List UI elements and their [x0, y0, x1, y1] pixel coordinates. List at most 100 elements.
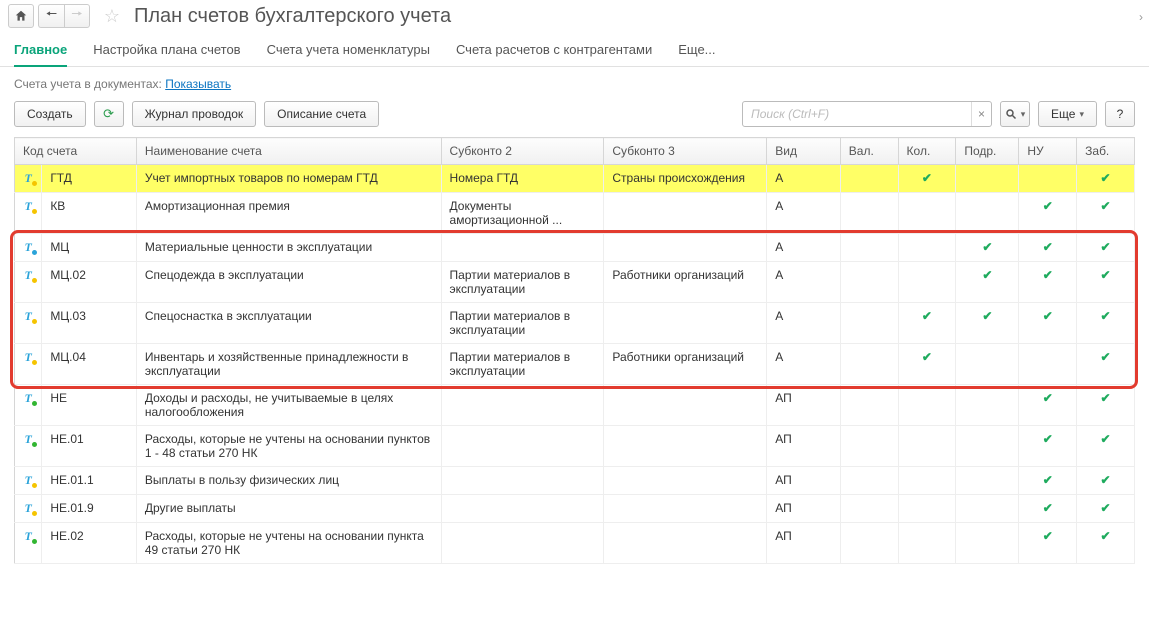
cell-vid: А [767, 344, 841, 385]
clear-search-button[interactable]: × [971, 102, 991, 126]
cell-code: НЕ.02 [42, 523, 137, 564]
cell-val [840, 385, 898, 426]
more-dropdown-button[interactable]: Еще [1038, 101, 1097, 127]
cell-vid: А [767, 303, 841, 344]
col-sub3[interactable]: Субконто 3 [604, 138, 767, 165]
tab-счета-учета-номенклатуры[interactable]: Счета учета номенклатуры [267, 42, 430, 67]
cell-kol [898, 523, 956, 564]
cell-code: МЦ.02 [42, 262, 137, 303]
cell-nu: ✔ [1019, 234, 1077, 262]
tab-счета-расчетов-с-контрагентами[interactable]: Счета расчетов с контрагентами [456, 42, 652, 67]
cell-kol [898, 262, 956, 303]
col-vid[interactable]: Вид [767, 138, 841, 165]
col-kol[interactable]: Кол. [898, 138, 956, 165]
tab-настройка-плана-счетов[interactable]: Настройка плана счетов [93, 42, 240, 67]
check-icon: ✔ [1043, 199, 1053, 213]
cell-val [840, 193, 898, 234]
cell-code: НЕ.01.9 [42, 495, 137, 523]
check-icon: ✔ [1043, 473, 1053, 487]
table-row[interactable]: ТМЦ.02Спецодежда в эксплуатацииПартии ма… [15, 262, 1135, 303]
check-icon: ✔ [1101, 391, 1111, 405]
table-row[interactable]: ТНЕ.02Расходы, которые не учтены на осно… [15, 523, 1135, 564]
cell-vid: А [767, 262, 841, 303]
account-type-icon: Т [24, 240, 31, 254]
cell-val [840, 303, 898, 344]
expand-caret-icon[interactable]: › [1139, 10, 1143, 24]
cell-zab: ✔ [1077, 467, 1135, 495]
cell-sub2 [441, 385, 604, 426]
tab-главное[interactable]: Главное [14, 42, 67, 67]
favorite-star-icon[interactable]: ☆ [100, 4, 124, 28]
cell-sub3 [604, 303, 767, 344]
cell-val [840, 523, 898, 564]
col-nu[interactable]: НУ [1019, 138, 1077, 165]
cell-sub3 [604, 193, 767, 234]
col-sub2[interactable]: Субконто 2 [441, 138, 604, 165]
table-row[interactable]: ТМЦМатериальные ценности в эксплуатацииА… [15, 234, 1135, 262]
cell-val [840, 495, 898, 523]
forward-button[interactable]: 🠖 [64, 4, 90, 28]
col-name[interactable]: Наименование счета [136, 138, 441, 165]
show-accounts-link[interactable]: Показывать [165, 77, 231, 91]
back-button[interactable]: 🠔 [38, 4, 64, 28]
describe-button[interactable]: Описание счета [264, 101, 379, 127]
table-row[interactable]: ТНЕ.01.9Другие выплатыАП✔✔ [15, 495, 1135, 523]
cell-nu: ✔ [1019, 495, 1077, 523]
check-icon: ✔ [1101, 199, 1111, 213]
account-type-icon: Т [24, 432, 31, 446]
cell-zab: ✔ [1077, 262, 1135, 303]
table-row[interactable]: ТНЕ.01.1Выплаты в пользу физических лицА… [15, 467, 1135, 495]
table-row[interactable]: ТКВАмортизационная премияДокументы аморт… [15, 193, 1135, 234]
refresh-button[interactable]: ⟳ [94, 101, 124, 127]
create-button[interactable]: Создать [14, 101, 86, 127]
cell-sub3 [604, 523, 767, 564]
search-input[interactable] [743, 107, 971, 121]
check-icon: ✔ [1043, 529, 1053, 543]
check-icon: ✔ [1101, 350, 1111, 364]
cell-code: НЕ.01 [42, 426, 137, 467]
home-button[interactable] [8, 4, 34, 28]
cell-podr: ✔ [956, 262, 1019, 303]
help-button[interactable]: ? [1105, 101, 1135, 127]
cell-kol [898, 234, 956, 262]
cell-sub3: Страны происхождения [604, 165, 767, 193]
cell-nu: ✔ [1019, 426, 1077, 467]
check-icon: ✔ [1043, 268, 1053, 282]
cell-sub2 [441, 234, 604, 262]
page-title: План счетов бухгалтерского учета [134, 5, 451, 28]
table-row[interactable]: ТГТДУчет импортных товаров по номерам ГТ… [15, 165, 1135, 193]
cell-sub3 [604, 426, 767, 467]
col-val[interactable]: Вал. [840, 138, 898, 165]
cell-code: КВ [42, 193, 137, 234]
cell-zab: ✔ [1077, 523, 1135, 564]
find-dropdown-button[interactable] [1000, 101, 1030, 127]
table-row[interactable]: ТНЕ.01Расходы, которые не учтены на осно… [15, 426, 1135, 467]
check-icon: ✔ [1043, 309, 1053, 323]
cell-nu: ✔ [1019, 193, 1077, 234]
cell-podr [956, 495, 1019, 523]
check-icon: ✔ [922, 350, 932, 364]
table-row[interactable]: ТНЕДоходы и расходы, не учитываемые в це… [15, 385, 1135, 426]
col-podr[interactable]: Подр. [956, 138, 1019, 165]
cell-sub3 [604, 234, 767, 262]
cell-name: Спецодежда в эксплуатации [136, 262, 441, 303]
cell-nu: ✔ [1019, 385, 1077, 426]
cell-sub2: Партии материалов в эксплуатации [441, 344, 604, 385]
cell-vid: А [767, 234, 841, 262]
cell-sub2: Партии материалов в эксплуатации [441, 262, 604, 303]
cell-podr [956, 193, 1019, 234]
tab-еще-[interactable]: Еще... [678, 42, 715, 67]
cell-podr [956, 426, 1019, 467]
col-zab[interactable]: Заб. [1077, 138, 1135, 165]
account-type-icon: Т [24, 501, 31, 515]
cell-nu [1019, 165, 1077, 193]
journal-button[interactable]: Журнал проводок [132, 101, 257, 127]
check-icon: ✔ [1043, 501, 1053, 515]
col-code[interactable]: Код счета [15, 138, 137, 165]
account-type-icon: Т [24, 171, 31, 185]
cell-podr [956, 523, 1019, 564]
cell-podr [956, 467, 1019, 495]
table-row[interactable]: ТМЦ.04Инвентарь и хозяйственные принадле… [15, 344, 1135, 385]
table-row[interactable]: ТМЦ.03Спецоснастка в эксплуатацииПартии … [15, 303, 1135, 344]
cell-zab: ✔ [1077, 303, 1135, 344]
